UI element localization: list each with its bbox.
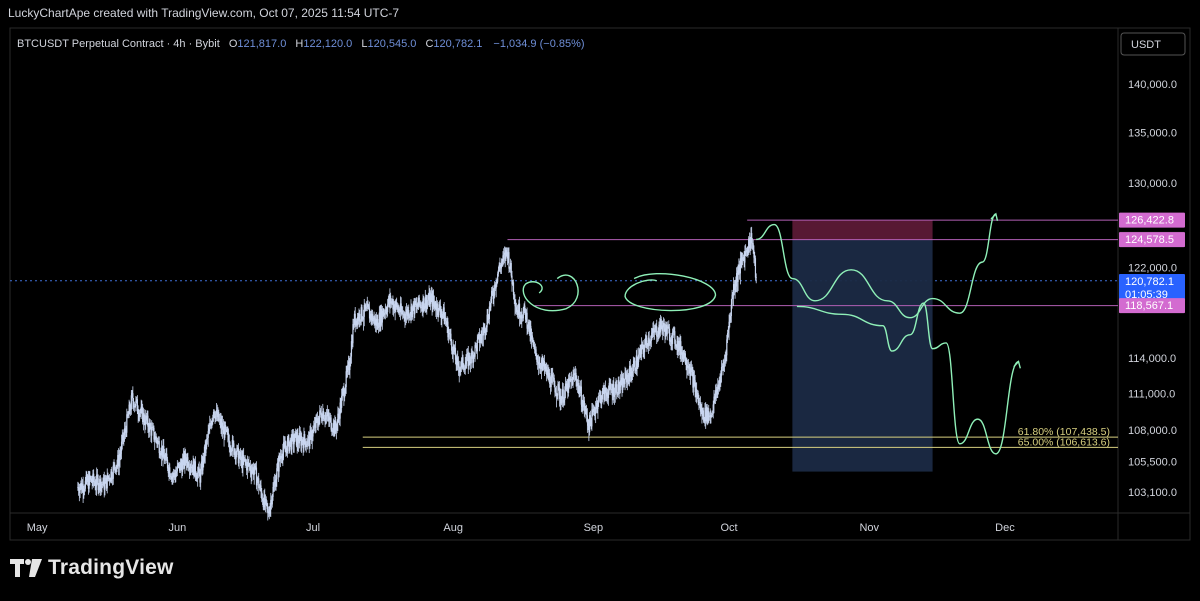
time-axis-label: Nov xyxy=(859,522,879,534)
tradingview-logo-icon xyxy=(10,559,42,577)
price-axis-label: 108,000.0 xyxy=(1128,425,1177,437)
legend-line: BTCUSDT Perpetual Contract · 4h · Bybit … xyxy=(17,38,585,50)
price-tag-value: 126,422.8 xyxy=(1125,215,1174,227)
stop-loss-zone xyxy=(792,220,933,240)
currency-button-label: USDT xyxy=(1131,39,1161,51)
footer xyxy=(0,541,1200,601)
short-position-tool[interactable] xyxy=(792,220,933,472)
time-axis-label: Jul xyxy=(306,522,320,534)
price-axis-label: 105,500.0 xyxy=(1128,456,1177,468)
legend-close-label: C xyxy=(425,38,433,50)
price-chart[interactable]: 61.80% (107,438.5)65.00% (106,613.6) 140… xyxy=(0,0,1200,541)
fib-labels: 61.80% (107,438.5)65.00% (106,613.6) xyxy=(1018,426,1110,448)
price-axis-label: 130,000.0 xyxy=(1128,178,1177,190)
price-tag-value: 120,782.1 xyxy=(1125,276,1174,288)
time-axis-label: Dec xyxy=(995,522,1015,534)
legend-symbol: BTCUSDT Perpetual Contract · 4h · Bybit xyxy=(17,38,220,50)
price-axis-label: 114,000.0 xyxy=(1128,353,1176,365)
price-axis-label: 103,100.0 xyxy=(1128,487,1177,499)
price-axis-label: 135,000.0 xyxy=(1128,128,1177,140)
price-axis-label: 111,000.0 xyxy=(1128,389,1175,401)
time-axis-label: Oct xyxy=(721,522,738,534)
legend-high-value: 122,120.0 xyxy=(303,38,352,50)
price-tag-value: 124,578.5 xyxy=(1125,234,1174,246)
tradingview-brand-text: TradingView xyxy=(48,556,174,579)
price-tag-value: 118,567.1 xyxy=(1125,300,1173,312)
tradingview-logo[interactable]: TradingView xyxy=(10,556,174,580)
legend-change: −1,034.9 (−0.85%) xyxy=(493,38,584,50)
price-axis-label: 140,000.0 xyxy=(1128,79,1177,91)
candle-body xyxy=(508,252,510,269)
legend-low-value: 120,545.0 xyxy=(367,38,416,50)
time-axis-label: Sep xyxy=(584,522,604,534)
time-axis-label: May xyxy=(27,522,48,534)
fib-level-label: 65.00% (106,613.6) xyxy=(1018,436,1110,448)
legend-close-value: 120,782.1 xyxy=(433,38,482,50)
candle-body xyxy=(755,276,757,278)
currency-button[interactable]: USDT xyxy=(1120,32,1186,56)
time-axis-label: Jun xyxy=(168,522,186,534)
price-axis-label: 122,000.0 xyxy=(1128,263,1177,275)
legend-open-value: 121,817.0 xyxy=(237,38,286,50)
legend-high-label: H xyxy=(295,38,303,50)
time-axis-label: Aug xyxy=(443,522,463,534)
